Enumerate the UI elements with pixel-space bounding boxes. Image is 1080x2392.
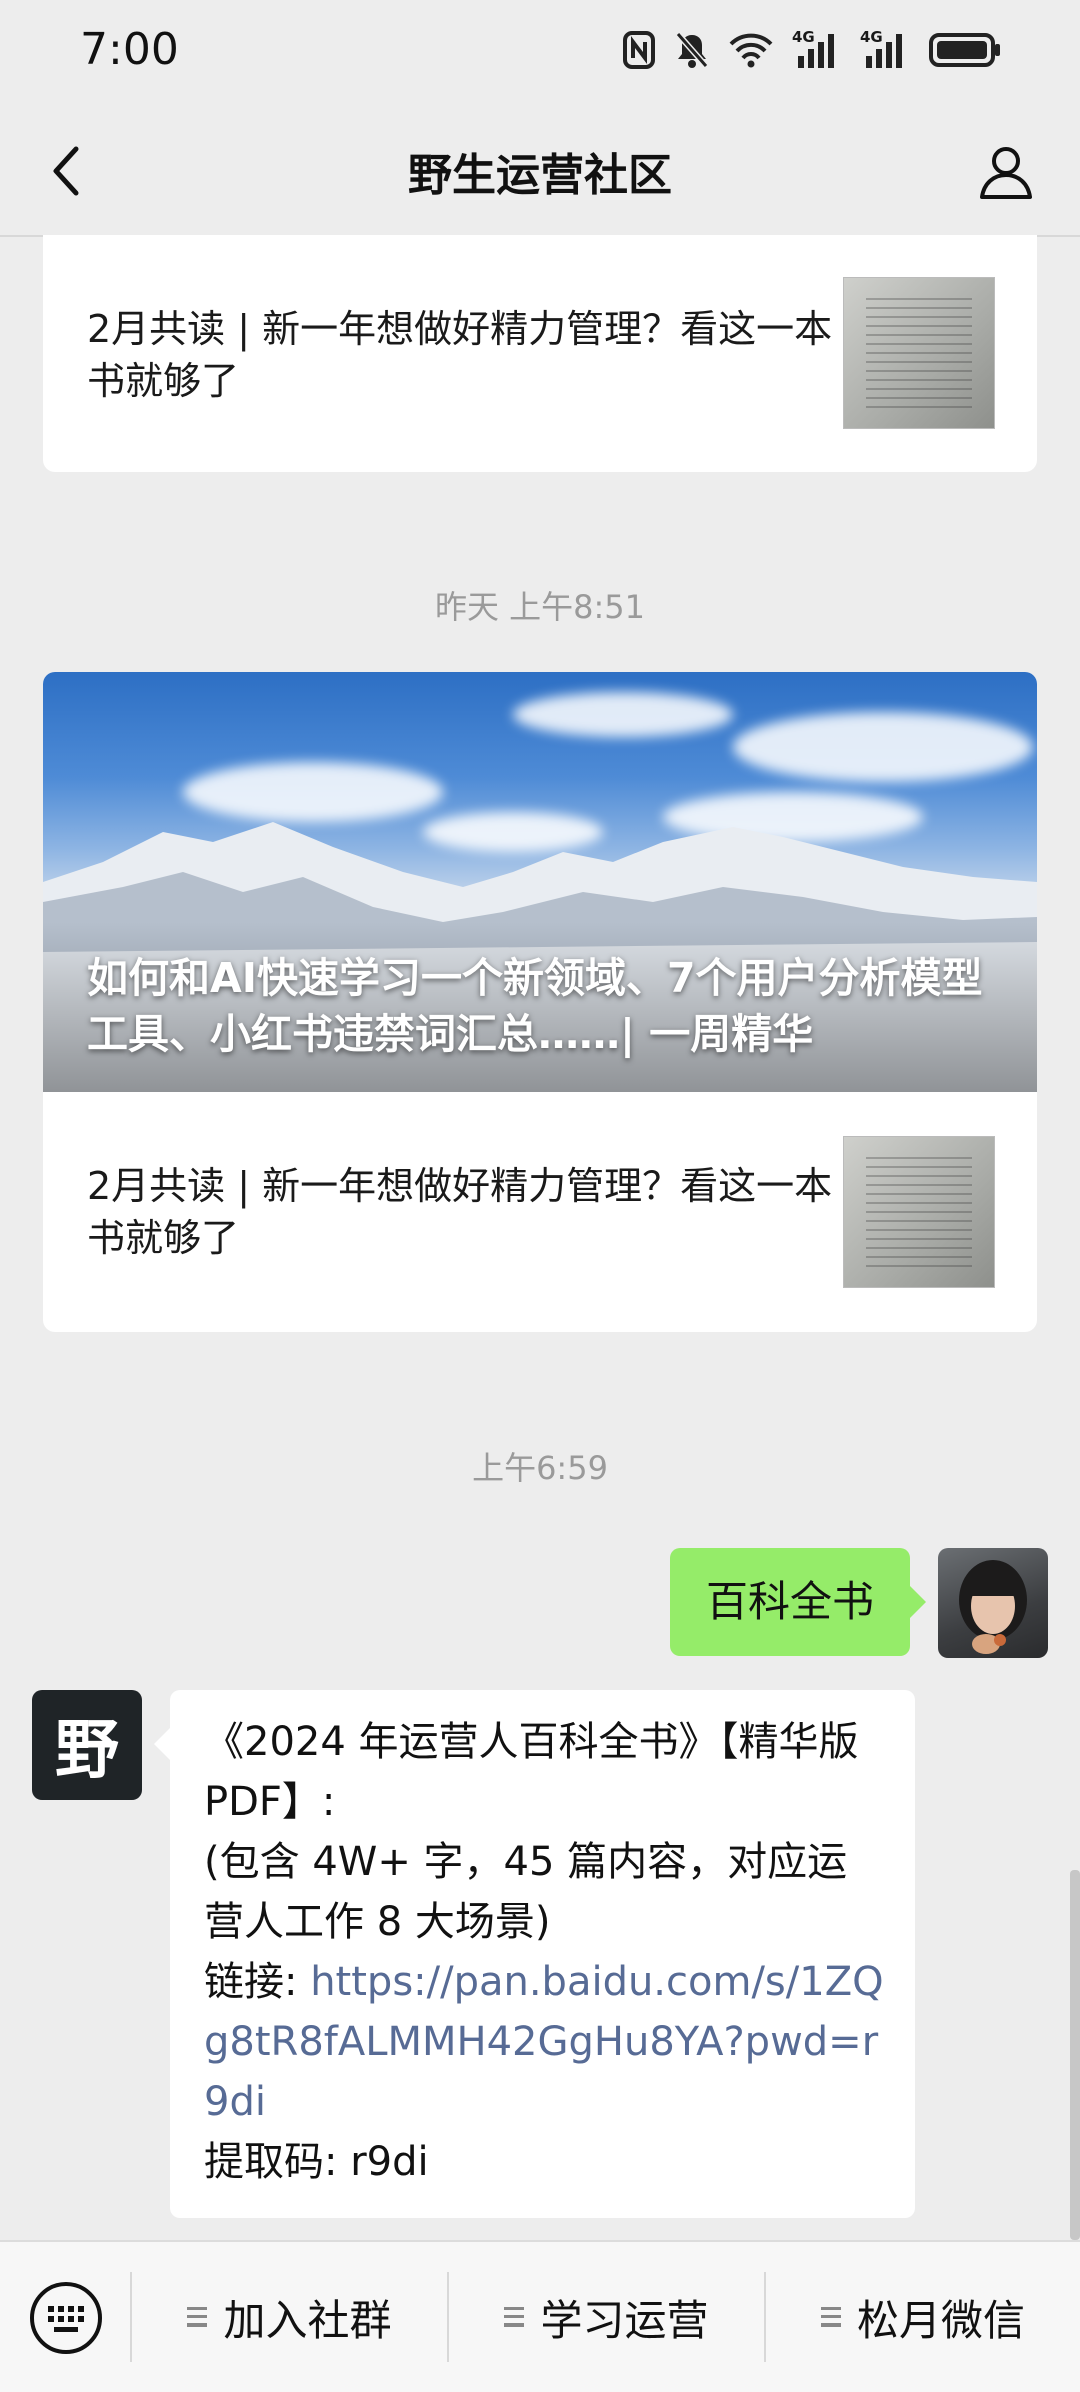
reply-line-1: 《2024 年运营人百科全书》【精华版 PDF】: xyxy=(204,1719,859,1825)
signal-1: 4G xyxy=(792,28,842,70)
nfc-icon xyxy=(623,31,655,69)
status-bar: 7:00 4G 4G xyxy=(0,0,1080,105)
menu-join-community[interactable]: 加入社群 xyxy=(132,2242,447,2392)
menu-list-icon xyxy=(504,2307,525,2327)
menu-list-icon xyxy=(820,2307,841,2327)
menu-list-icon xyxy=(187,2307,208,2327)
signal-2: 4G xyxy=(860,28,910,70)
top-nav-bar: 野生运营社区 xyxy=(0,105,1080,237)
article-title: 2月共读 | 新一年想做好精力管理？看这一本书就够了 xyxy=(87,307,833,403)
avatar-portrait xyxy=(959,1560,1027,1654)
hero-article[interactable]: 如何和AI快速学习一个新领域、7个用户分析模型工具、小红书违禁词汇总……| 一周… xyxy=(43,672,1037,1092)
mute-icon xyxy=(675,32,709,68)
my-avatar[interactable] xyxy=(938,1548,1048,1658)
article-card-2[interactable]: 如何和AI快速学习一个新领域、7个用户分析模型工具、小红书违禁词汇总……| 一周… xyxy=(43,672,1037,1332)
my-message-bubble[interactable]: 百科全书 xyxy=(669,1548,927,1656)
status-time: 7:00 xyxy=(80,24,179,75)
wifi-icon xyxy=(729,33,773,68)
article-title: 2月共读 | 新一年想做好精力管理？看这一本书就够了 xyxy=(87,1164,833,1260)
reply-link-label: 链接: xyxy=(204,1959,311,2005)
article-card-1[interactable]: 2月共读 | 新一年想做好精力管理？看这一本书就够了 xyxy=(43,235,1037,472)
official-account-avatar[interactable]: 野 xyxy=(32,1690,142,1800)
reply-line-2: (包含 4W+ 字，45 篇内容，对应运营人工作 8 大场景) xyxy=(204,1839,848,1945)
menu-label: 松月微信 xyxy=(856,2295,1025,2345)
menu-label: 加入社群 xyxy=(223,2295,392,2345)
keyboard-icon[interactable] xyxy=(28,2280,104,2356)
hero-title: 如何和AI快速学习一个新领域、7个用户分析模型工具、小红书违禁词汇总……| 一周… xyxy=(87,954,983,1058)
menu-wechat[interactable]: 松月微信 xyxy=(766,2242,1080,2392)
article-item[interactable]: 2月共读 | 新一年想做好精力管理？看这一本书就够了 xyxy=(43,235,1037,472)
battery-icon xyxy=(929,33,1000,67)
menu-learn-operations[interactable]: 学习运营 xyxy=(449,2242,764,2392)
article-thumbnail xyxy=(843,1136,995,1288)
page-title: 野生运营社区 xyxy=(408,150,672,201)
reply-message-bubble[interactable]: 《2024 年运营人百科全书》【精华版 PDF】: (包含 4W+ 字，45 篇… xyxy=(154,1690,915,2218)
signal-bars-icon xyxy=(798,34,834,68)
profile-icon[interactable] xyxy=(976,141,1036,201)
bottom-menu-bar: 加入社群 学习运营 松月微信 xyxy=(0,2240,1080,2392)
official-avatar-text: 野 xyxy=(55,1713,119,1788)
article-thumbnail xyxy=(843,277,995,429)
message-timestamp: 昨天 上午8:51 xyxy=(434,588,646,626)
scrollbar[interactable] xyxy=(1070,1870,1080,2240)
menu-label: 学习运营 xyxy=(540,2295,709,2345)
message-timestamp: 上午6:59 xyxy=(472,1449,608,1487)
reply-link-line: 链接: https://pan.baidu.com/s/1ZQg8tR8fALM… xyxy=(204,1952,885,2132)
signal-bars-icon xyxy=(866,34,902,68)
status-icons: 4G 4G xyxy=(622,28,1002,70)
article-item[interactable]: 2月共读 | 新一年想做好精力管理？看这一本书就够了 xyxy=(43,1092,1037,1332)
reply-code: 提取码: r9di xyxy=(204,2139,429,2185)
